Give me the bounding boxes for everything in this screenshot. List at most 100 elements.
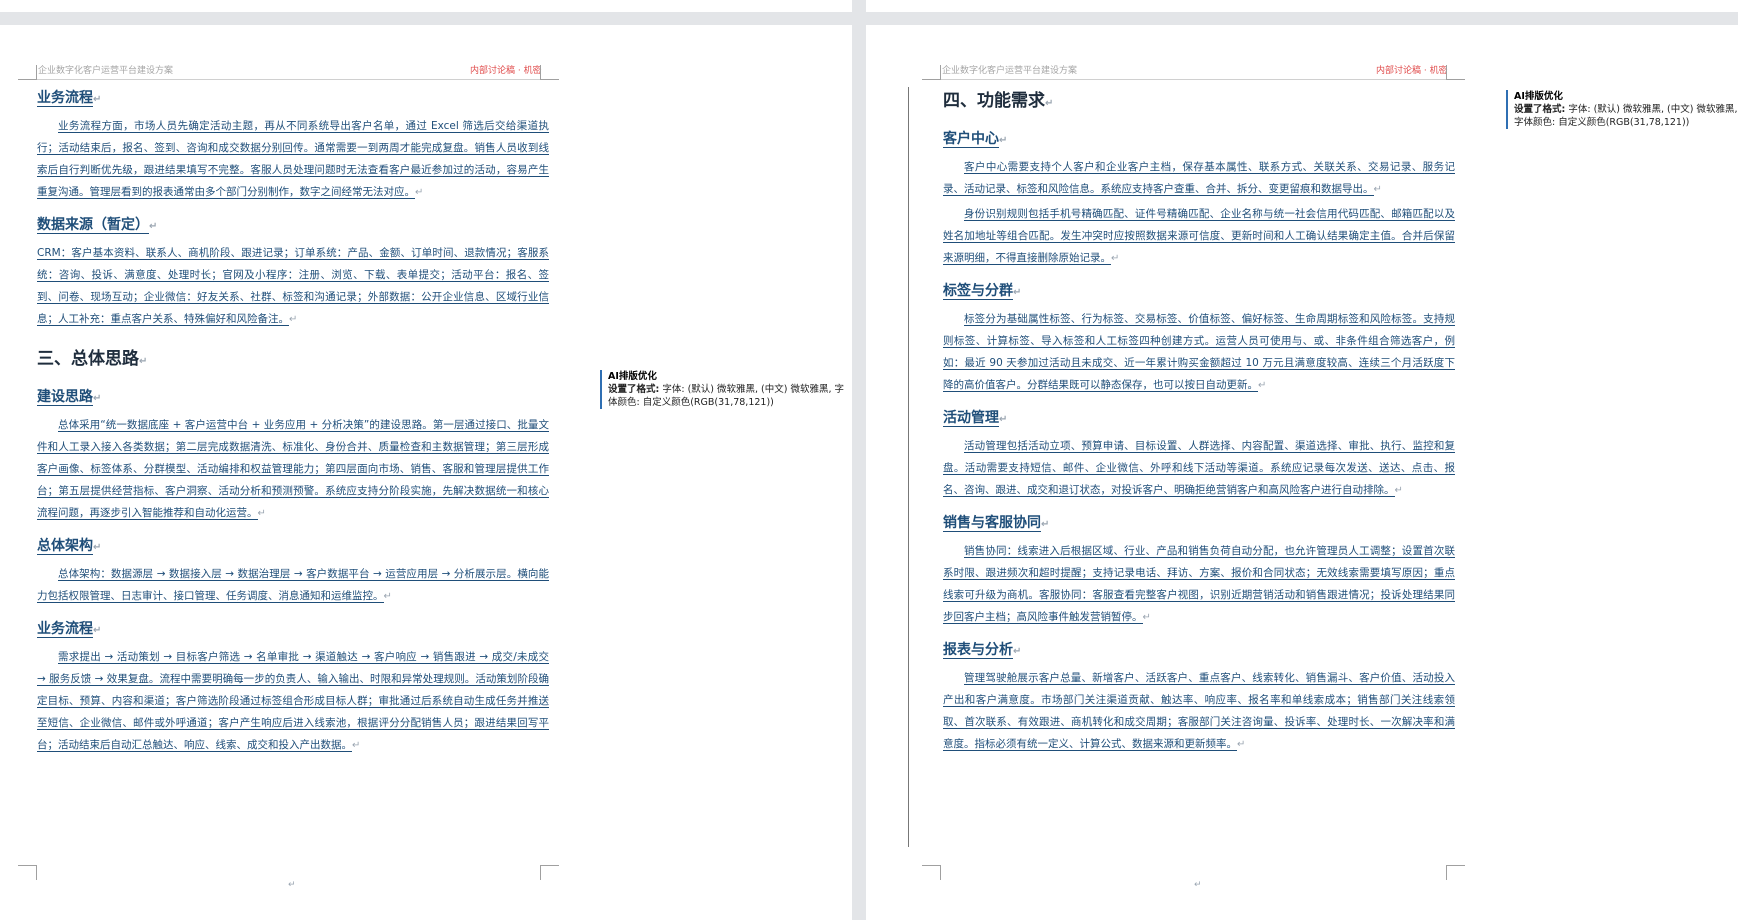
document-page-2[interactable]: 企业数字化客户运营平台建设方案 内部讨论稿 · 机密 四、功能需求↵ 客户中心↵ 客…: [866, 25, 1506, 920]
header-rule: [940, 79, 1460, 80]
crop-mark: [922, 65, 941, 80]
comment-label: 设置了格式:: [1514, 104, 1566, 115]
paragraph-mark: ↵: [999, 414, 1008, 425]
paragraph-text: 活动管理包括活动立项、预算申请、目标设置、人群选择、内容配置、渠道选择、审批、执…: [943, 440, 1455, 497]
document-page-1[interactable]: 企业数字化客户运营平台建设方案 内部讨论稿 · 机密 业务流程↵ 业务流程方面，市…: [0, 25, 600, 920]
paragraph-mark: ↵: [289, 314, 298, 325]
subsection-heading[interactable]: 总体架构↵: [37, 535, 549, 559]
crop-mark: [540, 865, 559, 880]
paragraph-text: 活动管理: [943, 410, 999, 427]
comment-balloon[interactable]: AI排版优化 设置了格式: 字体: (默认) 微软雅黑, (中文) 微软雅黑, …: [1506, 90, 1738, 129]
paragraph-text: 销售协同：线索进入后根据区域、行业、产品和销售负荷自动分配，也允许管理员人工调整…: [943, 545, 1455, 624]
comment-label: 设置了格式:: [608, 384, 660, 395]
paragraph-text: 标签与分群: [943, 283, 1013, 300]
header-rule: [36, 79, 556, 80]
paragraph-mark: ↵: [415, 187, 424, 198]
subsection-heading[interactable]: 业务流程↵: [37, 618, 549, 642]
comment-author: AI排版优化: [1514, 91, 1563, 102]
body-paragraph[interactable]: 业务流程方面，市场人员先确定活动主题，再从不同系统导出客户名单，通过 Excel…: [37, 115, 549, 204]
paragraph-mark: ↵: [93, 625, 102, 636]
paragraph-mark: ↵: [93, 94, 102, 105]
previous-page-strip-2: [866, 0, 1506, 12]
paragraph-text: 业务流程: [37, 621, 93, 638]
body-paragraph[interactable]: 活动管理包括活动立项、预算申请、目标设置、人群选择、内容配置、渠道选择、审批、执…: [943, 435, 1455, 502]
paragraph-mark: ↵: [1013, 287, 1022, 298]
crop-mark: [18, 865, 37, 880]
previous-page-strip: [0, 0, 600, 12]
paragraph-text: 总体采用“统一数据底座 + 客户运营中台 + 业务应用 + 分析决策”的建设思路…: [37, 419, 549, 520]
paragraph-text: 四、功能需求: [943, 91, 1045, 111]
crop-mark: [18, 65, 37, 80]
body-paragraph[interactable]: 总体采用“统一数据底座 + 客户运营中台 + 业务应用 + 分析决策”的建设思路…: [37, 414, 549, 525]
paragraph-mark: ↵: [999, 135, 1008, 146]
crop-mark: [1446, 65, 1465, 80]
paragraph-text: 三、总体思路: [37, 349, 139, 369]
paragraph-text: 管理驾驶舱展示客户总量、新增客户、活跃客户、重点客户、线索转化、销售漏斗、客户价…: [943, 672, 1455, 751]
paragraph-mark: ↵: [1013, 646, 1022, 657]
paragraph-text: 数据来源（暂定）: [37, 217, 149, 234]
subsection-heading[interactable]: 建设思路↵: [37, 386, 549, 410]
comment-author: AI排版优化: [608, 371, 657, 382]
paragraph-mark: ↵: [1373, 184, 1382, 195]
body-paragraph[interactable]: 身份识别规则包括手机号精确匹配、证件号精确匹配、企业名称与统一社会信用代码匹配、…: [943, 203, 1455, 270]
subsection-heading[interactable]: 报表与分析↵: [943, 639, 1455, 663]
body-paragraph[interactable]: 客户中心需要支持个人客户和企业客户主档，保存基本属性、联系方式、关联关系、交易记…: [943, 156, 1455, 201]
crop-mark: [922, 865, 941, 880]
page-header-confidential: 内部讨论稿 · 机密: [1376, 66, 1448, 76]
subsection-heading[interactable]: 数据来源（暂定）↵: [37, 214, 549, 238]
page-body[interactable]: 四、功能需求↵ 客户中心↵ 客户中心需要支持个人客户和企业客户主档，保存基本属性、联…: [943, 87, 1455, 758]
paragraph-mark: ↵: [1045, 98, 1054, 109]
body-paragraph[interactable]: 需求提出 → 活动策划 → 目标客户筛选 → 名单审批 → 渠道触达 → 客户响…: [37, 646, 549, 757]
paragraph-mark: ↵: [1041, 519, 1050, 530]
paragraph-mark: ↵: [1237, 739, 1246, 750]
paragraph-mark: ↵: [1258, 380, 1267, 391]
body-paragraph[interactable]: 销售协同：线索进入后根据区域、行业、产品和销售负荷自动分配，也允许管理员人工调整…: [943, 540, 1455, 629]
page-body[interactable]: 业务流程↵ 业务流程方面，市场人员先确定活动主题，再从不同系统导出客户名单，通过 …: [37, 87, 549, 759]
comment-pane-2: AI排版优化 设置了格式: 字体: (默认) 微软雅黑, (中文) 微软雅黑, …: [1506, 25, 1738, 920]
body-paragraph[interactable]: 总体架构：数据源层 → 数据接入层 → 数据治理层 → 客户数据平台 → 运营应…: [37, 563, 549, 608]
paragraph-text: 报表与分析: [943, 642, 1013, 659]
subsection-heading[interactable]: 业务流程↵: [37, 87, 549, 111]
paragraph-text: 销售与客服协同: [943, 515, 1041, 532]
paragraph-mark: ↵: [139, 356, 148, 367]
body-paragraph[interactable]: 管理驾驶舱展示客户总量、新增客户、活跃客户、重点客户、线索转化、销售漏斗、客户价…: [943, 667, 1455, 756]
subsection-heading[interactable]: 销售与客服协同↵: [943, 512, 1455, 536]
page-header-confidential: 内部讨论稿 · 机密: [470, 66, 542, 76]
footer-paragraph-mark: ↵: [288, 880, 296, 890]
paragraph-mark: ↵: [93, 542, 102, 553]
paragraph-text: 标签分为基础属性标签、行为标签、交易标签、价值标签、偏好标签、生命周期标签和风险…: [943, 313, 1455, 392]
subsection-heading[interactable]: 标签与分群↵: [943, 280, 1455, 304]
page-header-title: 企业数字化客户运营平台建设方案: [38, 66, 174, 76]
change-bar: [908, 87, 909, 847]
subsection-heading[interactable]: 活动管理↵: [943, 407, 1455, 431]
paragraph-text: 需求提出 → 活动策划 → 目标客户筛选 → 名单审批 → 渠道触达 → 客户响…: [37, 651, 549, 752]
body-paragraph[interactable]: CRM：客户基本资料、联系人、商机阶段、跟进记录；订单系统：产品、金额、订单时间…: [37, 242, 549, 331]
paragraph-mark: ↵: [383, 591, 392, 602]
page-header-title: 企业数字化客户运营平台建设方案: [942, 66, 1078, 76]
crop-mark: [540, 65, 559, 80]
subsection-heading[interactable]: 客户中心↵: [943, 128, 1455, 152]
previous-comment-strip-2: [1506, 0, 1738, 12]
paragraph-text: 客户中心: [943, 131, 999, 148]
comment-balloon[interactable]: AI排版优化 设置了格式: 字体: (默认) 微软雅黑, (中文) 微软雅黑, …: [600, 370, 848, 409]
section-heading[interactable]: 三、总体思路↵: [37, 345, 549, 376]
previous-comment-strip: [600, 0, 852, 12]
crop-mark: [1446, 865, 1465, 880]
paragraph-text: 业务流程: [37, 90, 93, 107]
paragraph-mark: ↵: [1394, 485, 1403, 496]
paragraph-text: 身份识别规则包括手机号精确匹配、证件号精确匹配、企业名称与统一社会信用代码匹配、…: [943, 208, 1455, 265]
comment-pane-1: AI排版优化 设置了格式: 字体: (默认) 微软雅黑, (中文) 微软雅黑, …: [600, 25, 852, 920]
paragraph-mark: ↵: [1111, 253, 1120, 264]
paragraph-mark: ↵: [257, 508, 266, 519]
footer-paragraph-mark: ↵: [1194, 880, 1202, 890]
section-heading[interactable]: 四、功能需求↵: [943, 87, 1455, 118]
body-paragraph[interactable]: 标签分为基础属性标签、行为标签、交易标签、价值标签、偏好标签、生命周期标签和风险…: [943, 308, 1455, 397]
paragraph-mark: ↵: [93, 393, 102, 404]
paragraph-text: 总体架构：数据源层 → 数据接入层 → 数据治理层 → 客户数据平台 → 运营应…: [37, 568, 549, 603]
paragraph-mark: ↵: [1142, 612, 1151, 623]
paragraph-mark: ↵: [149, 221, 158, 232]
paragraph-text: 建设思路: [37, 389, 93, 406]
paragraph-mark: ↵: [352, 740, 361, 751]
paragraph-text: 业务流程方面，市场人员先确定活动主题，再从不同系统导出客户名单，通过 Excel…: [37, 120, 549, 199]
paragraph-text: 总体架构: [37, 538, 93, 555]
